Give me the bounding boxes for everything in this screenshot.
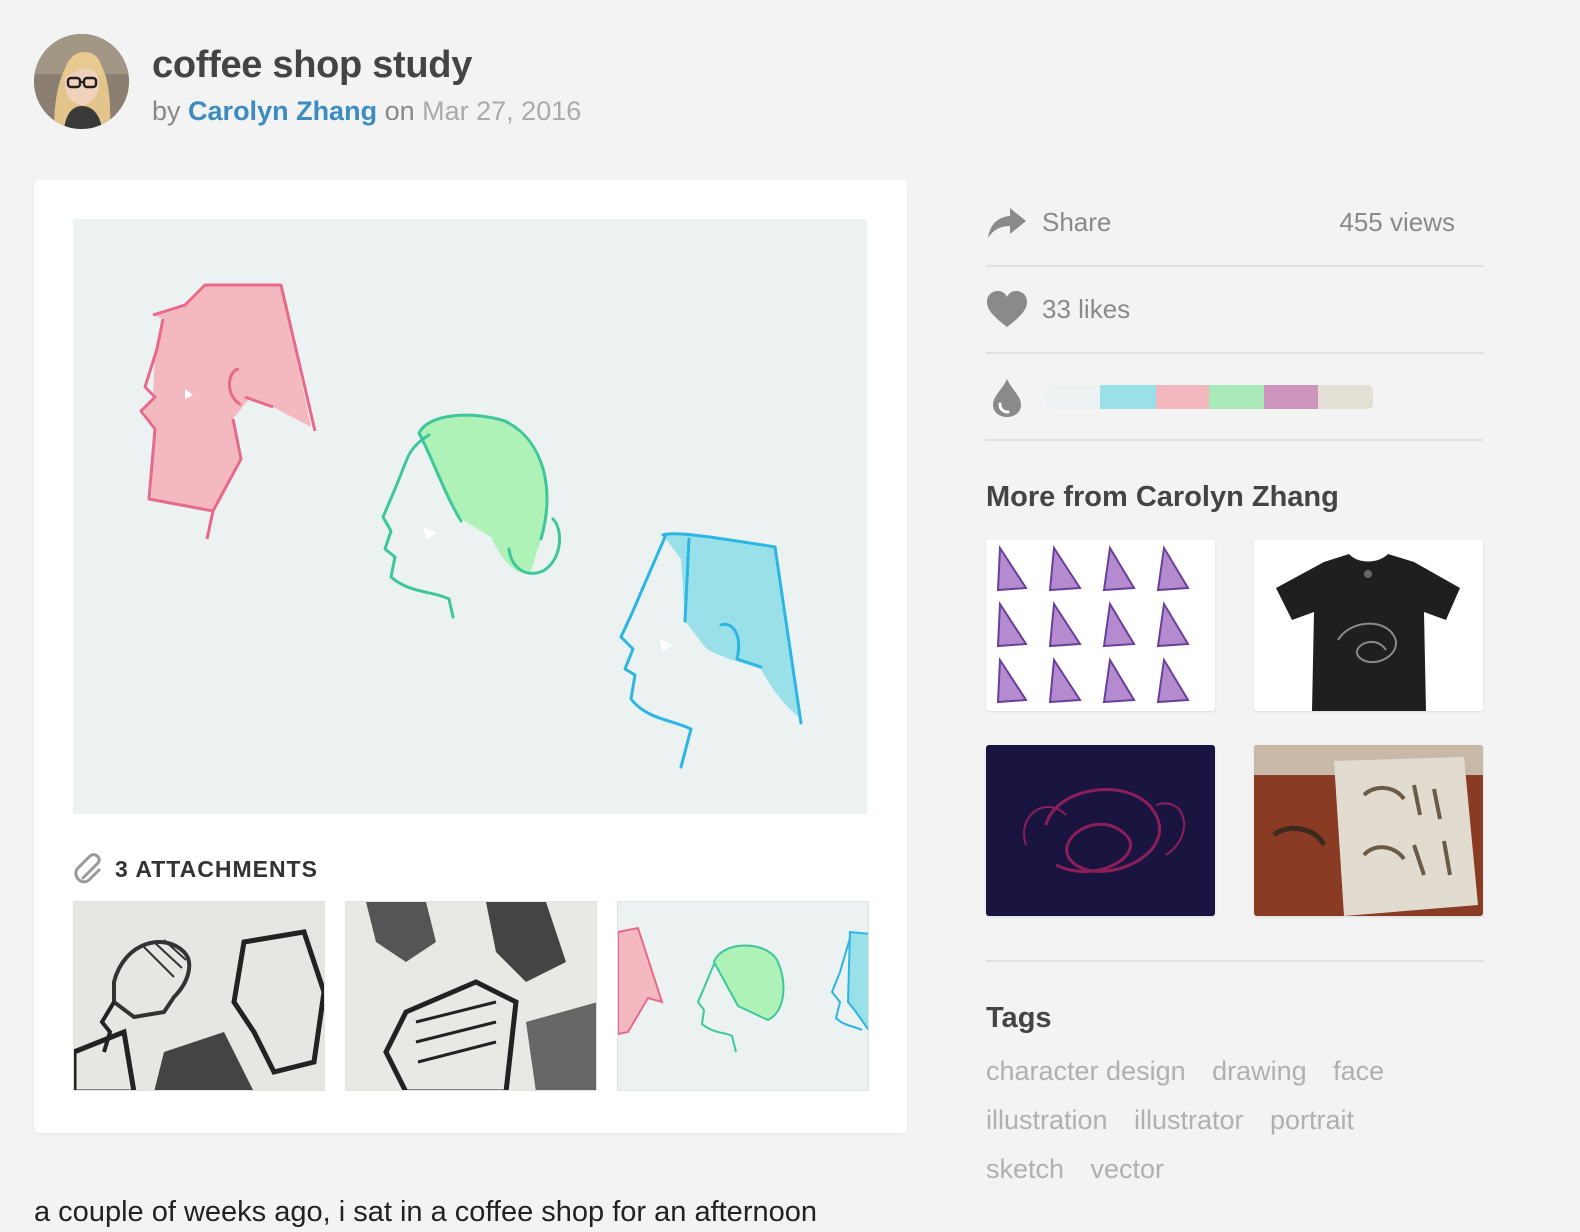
more-project-thumbnail[interactable] (1254, 745, 1483, 916)
attachments-label: 3 ATTACHMENTS (115, 855, 318, 882)
palette-swatch[interactable] (1046, 384, 1100, 409)
color-palette-row (986, 354, 1483, 441)
main-artwork[interactable] (73, 219, 867, 814)
tag-link[interactable]: vector (1091, 1147, 1165, 1191)
likes-count[interactable]: 33 likes (1042, 294, 1130, 325)
more-project-thumbnail[interactable] (986, 745, 1215, 916)
palette-swatch[interactable] (1264, 384, 1318, 409)
share-button[interactable]: Share (1042, 207, 1111, 238)
more-from-heading: More from Carolyn Zhang (986, 481, 1339, 513)
sidebar: Share 455 views 33 likes More from Carol… (986, 180, 1483, 1196)
paperclip-icon (74, 853, 101, 884)
views-count: 455 views (1339, 207, 1455, 237)
project-title: coffee shop study (152, 44, 473, 86)
tag-link[interactable]: character design (986, 1049, 1186, 1093)
share-row: Share 455 views (986, 180, 1483, 267)
project-description: a couple of weeks ago, i sat in a coffee… (34, 1196, 817, 1228)
palette-swatch[interactable] (1100, 384, 1156, 409)
on-label: on (384, 96, 415, 126)
heart-icon[interactable] (986, 289, 1028, 331)
attachment-thumbnail[interactable] (617, 901, 869, 1091)
likes-row: 33 likes (986, 267, 1483, 354)
palette-swatch[interactable] (1318, 384, 1373, 409)
more-projects-grid (986, 540, 1483, 916)
author-avatar[interactable] (34, 34, 129, 129)
attachments-header: 3 ATTACHMENTS (73, 852, 318, 886)
tag-link[interactable]: drawing (1212, 1049, 1307, 1093)
attachment-thumbnail[interactable] (345, 901, 597, 1091)
color-drop-icon (993, 378, 1021, 417)
tag-link[interactable]: portrait (1270, 1098, 1354, 1142)
project-card: 3 ATTACHMENTS (34, 180, 907, 1133)
project-header: coffee shop study by Carolyn Zhang on Ma… (34, 34, 934, 130)
attachment-thumbnails (73, 901, 869, 1091)
tag-link[interactable]: illustration (986, 1098, 1108, 1142)
attachment-thumbnail[interactable] (73, 901, 325, 1091)
pink-head-illustration (139, 283, 317, 540)
share-arrow-icon[interactable] (986, 202, 1028, 244)
tag-link[interactable]: illustrator (1134, 1098, 1244, 1142)
green-head-illustration (381, 413, 562, 619)
tags-list: character design drawing face illustrati… (986, 1049, 1426, 1196)
sidebar-divider (986, 960, 1483, 962)
more-project-thumbnail[interactable] (1254, 540, 1483, 711)
color-palette (1046, 384, 1373, 409)
tag-link[interactable]: sketch (986, 1147, 1064, 1191)
blue-head-illustration (619, 532, 803, 769)
tags-heading: Tags (986, 1002, 1052, 1034)
by-label: by (152, 96, 181, 126)
byline: by Carolyn Zhang on Mar 27, 2016 (152, 96, 581, 127)
palette-swatch[interactable] (1156, 384, 1209, 409)
tag-link[interactable]: face (1333, 1049, 1384, 1093)
palette-swatch[interactable] (1209, 384, 1264, 409)
more-project-thumbnail[interactable] (986, 540, 1215, 711)
author-link[interactable]: Carolyn Zhang (188, 96, 377, 126)
publish-date: Mar 27, 2016 (422, 96, 582, 126)
